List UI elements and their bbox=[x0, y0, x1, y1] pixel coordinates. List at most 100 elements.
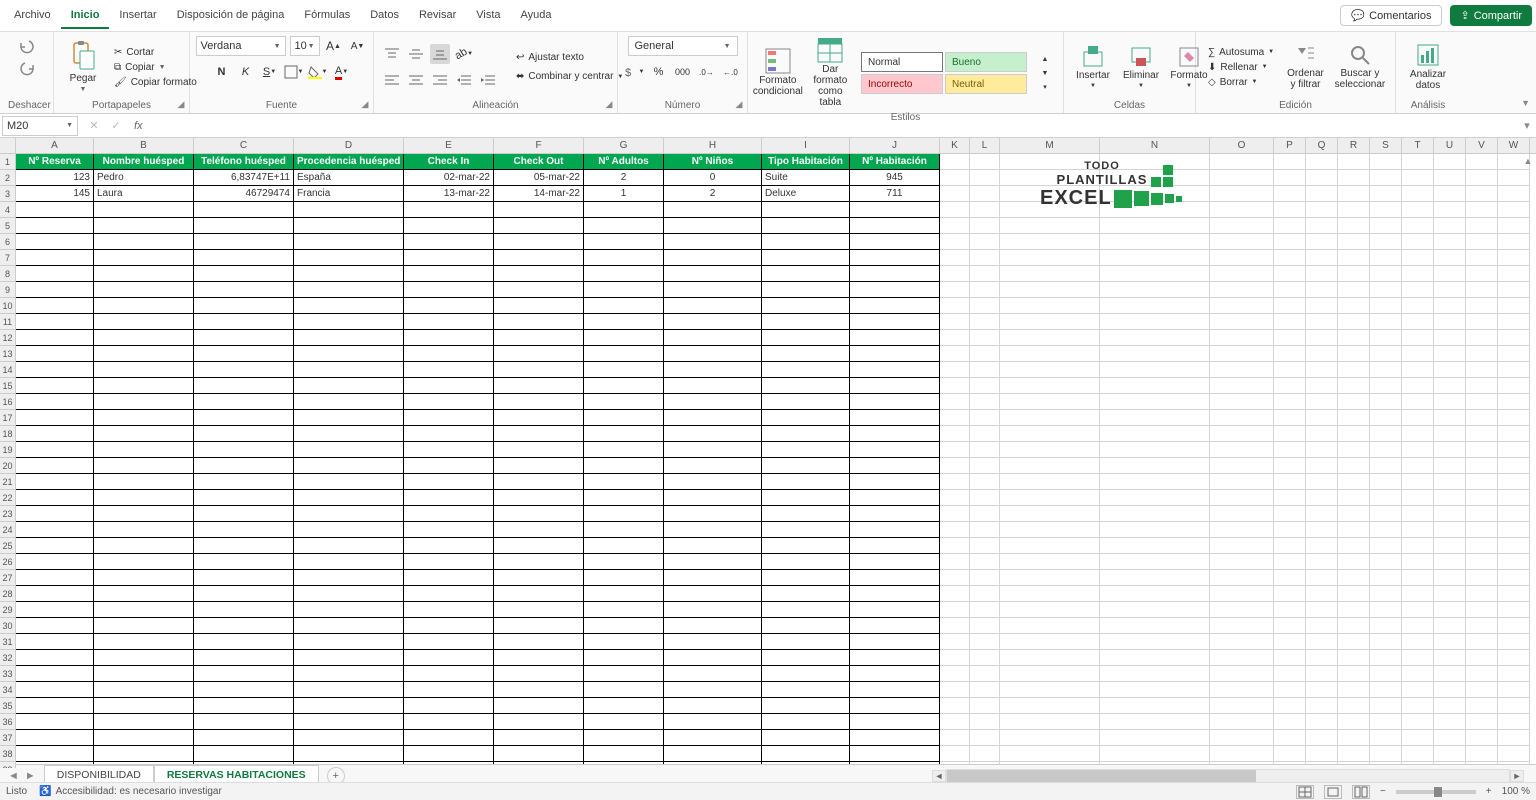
cell-P26[interactable] bbox=[1274, 554, 1306, 570]
cell-B17[interactable] bbox=[94, 410, 194, 426]
cell-U37[interactable] bbox=[1434, 730, 1466, 746]
col-header-A[interactable]: A bbox=[16, 138, 94, 153]
col-header-J[interactable]: J bbox=[850, 138, 940, 153]
cell-N18[interactable] bbox=[1100, 426, 1210, 442]
cell-T12[interactable] bbox=[1402, 330, 1434, 346]
cell-F13[interactable] bbox=[494, 346, 584, 362]
cell-T27[interactable] bbox=[1402, 570, 1434, 586]
font-size-select[interactable]: 10▼ bbox=[290, 36, 320, 56]
cell-M32[interactable] bbox=[1000, 650, 1100, 666]
cell-C16[interactable] bbox=[194, 394, 294, 410]
cell-H22[interactable] bbox=[664, 490, 762, 506]
copy-button[interactable]: ⧉Copiar▼ bbox=[110, 61, 201, 74]
cell-F28[interactable] bbox=[494, 586, 584, 602]
font-launcher[interactable]: ◢ bbox=[359, 99, 371, 111]
cell-U25[interactable] bbox=[1434, 538, 1466, 554]
orientation-button[interactable]: ab▼ bbox=[454, 44, 474, 64]
cell-R25[interactable] bbox=[1338, 538, 1370, 554]
cell-D2[interactable]: España bbox=[294, 170, 404, 186]
cell-T2[interactable] bbox=[1402, 170, 1434, 186]
cell-D26[interactable] bbox=[294, 554, 404, 570]
cell-T34[interactable] bbox=[1402, 682, 1434, 698]
cell-V2[interactable] bbox=[1466, 170, 1498, 186]
cell-S26[interactable] bbox=[1370, 554, 1402, 570]
row-header-29[interactable]: 29 bbox=[0, 602, 15, 618]
cell-M30[interactable] bbox=[1000, 618, 1100, 634]
cell-V22[interactable] bbox=[1466, 490, 1498, 506]
cell-L22[interactable] bbox=[970, 490, 1000, 506]
cell-H33[interactable] bbox=[664, 666, 762, 682]
cell-M21[interactable] bbox=[1000, 474, 1100, 490]
cell-E15[interactable] bbox=[404, 378, 494, 394]
style-incorrecto[interactable]: Incorrecto bbox=[861, 74, 943, 94]
cell-R6[interactable] bbox=[1338, 234, 1370, 250]
cell-I16[interactable] bbox=[762, 394, 850, 410]
cell-F7[interactable] bbox=[494, 250, 584, 266]
cell-N36[interactable] bbox=[1100, 714, 1210, 730]
cell-J7[interactable] bbox=[850, 250, 940, 266]
cell-F24[interactable] bbox=[494, 522, 584, 538]
cell-J8[interactable] bbox=[850, 266, 940, 282]
cell-G6[interactable] bbox=[584, 234, 664, 250]
cell-V14[interactable] bbox=[1466, 362, 1498, 378]
cell-S24[interactable] bbox=[1370, 522, 1402, 538]
align-launcher[interactable]: ◢ bbox=[603, 99, 615, 111]
cells-area[interactable]: Nº ReservaNombre huéspedTeléfono huésped… bbox=[16, 154, 1536, 768]
cell-G30[interactable] bbox=[584, 618, 664, 634]
cell-E37[interactable] bbox=[404, 730, 494, 746]
cell-V28[interactable] bbox=[1466, 586, 1498, 602]
cell-P2[interactable] bbox=[1274, 170, 1306, 186]
cell-B18[interactable] bbox=[94, 426, 194, 442]
cell-D33[interactable] bbox=[294, 666, 404, 682]
decrease-decimal-button[interactable]: ←.0 bbox=[721, 62, 741, 82]
row-header-25[interactable]: 25 bbox=[0, 538, 15, 554]
cell-O20[interactable] bbox=[1210, 458, 1274, 474]
cell-L17[interactable] bbox=[970, 410, 1000, 426]
cell-U24[interactable] bbox=[1434, 522, 1466, 538]
cell-P9[interactable] bbox=[1274, 282, 1306, 298]
cell-F35[interactable] bbox=[494, 698, 584, 714]
cell-F23[interactable] bbox=[494, 506, 584, 522]
cell-N27[interactable] bbox=[1100, 570, 1210, 586]
cell-W34[interactable] bbox=[1498, 682, 1530, 698]
cell-S10[interactable] bbox=[1370, 298, 1402, 314]
cell-K6[interactable] bbox=[940, 234, 970, 250]
cell-D38[interactable] bbox=[294, 746, 404, 762]
cell-J23[interactable] bbox=[850, 506, 940, 522]
cell-D29[interactable] bbox=[294, 602, 404, 618]
cell-B26[interactable] bbox=[94, 554, 194, 570]
cell-S5[interactable] bbox=[1370, 218, 1402, 234]
cell-M10[interactable] bbox=[1000, 298, 1100, 314]
cell-F34[interactable] bbox=[494, 682, 584, 698]
cell-G15[interactable] bbox=[584, 378, 664, 394]
cell-A26[interactable] bbox=[16, 554, 94, 570]
cell-A6[interactable] bbox=[16, 234, 94, 250]
cell-Q26[interactable] bbox=[1306, 554, 1338, 570]
comments-button[interactable]: 💬 Comentarios bbox=[1340, 5, 1442, 26]
cell-J31[interactable] bbox=[850, 634, 940, 650]
cell-S35[interactable] bbox=[1370, 698, 1402, 714]
cell-U22[interactable] bbox=[1434, 490, 1466, 506]
cell-R35[interactable] bbox=[1338, 698, 1370, 714]
cell-V9[interactable] bbox=[1466, 282, 1498, 298]
cell-Q37[interactable] bbox=[1306, 730, 1338, 746]
cell-F29[interactable] bbox=[494, 602, 584, 618]
cell-E11[interactable] bbox=[404, 314, 494, 330]
cell-P31[interactable] bbox=[1274, 634, 1306, 650]
align-top-button[interactable] bbox=[382, 44, 402, 64]
cell-W7[interactable] bbox=[1498, 250, 1530, 266]
cell-G8[interactable] bbox=[584, 266, 664, 282]
cell-T16[interactable] bbox=[1402, 394, 1434, 410]
row-header-26[interactable]: 26 bbox=[0, 554, 15, 570]
cell-E1[interactable]: Check In bbox=[404, 154, 494, 170]
cell-N10[interactable] bbox=[1100, 298, 1210, 314]
cell-Q15[interactable] bbox=[1306, 378, 1338, 394]
percent-button[interactable]: % bbox=[649, 62, 669, 82]
cell-M7[interactable] bbox=[1000, 250, 1100, 266]
cell-O6[interactable] bbox=[1210, 234, 1274, 250]
cell-V17[interactable] bbox=[1466, 410, 1498, 426]
cell-W24[interactable] bbox=[1498, 522, 1530, 538]
cell-N8[interactable] bbox=[1100, 266, 1210, 282]
cell-W23[interactable] bbox=[1498, 506, 1530, 522]
cell-H14[interactable] bbox=[664, 362, 762, 378]
